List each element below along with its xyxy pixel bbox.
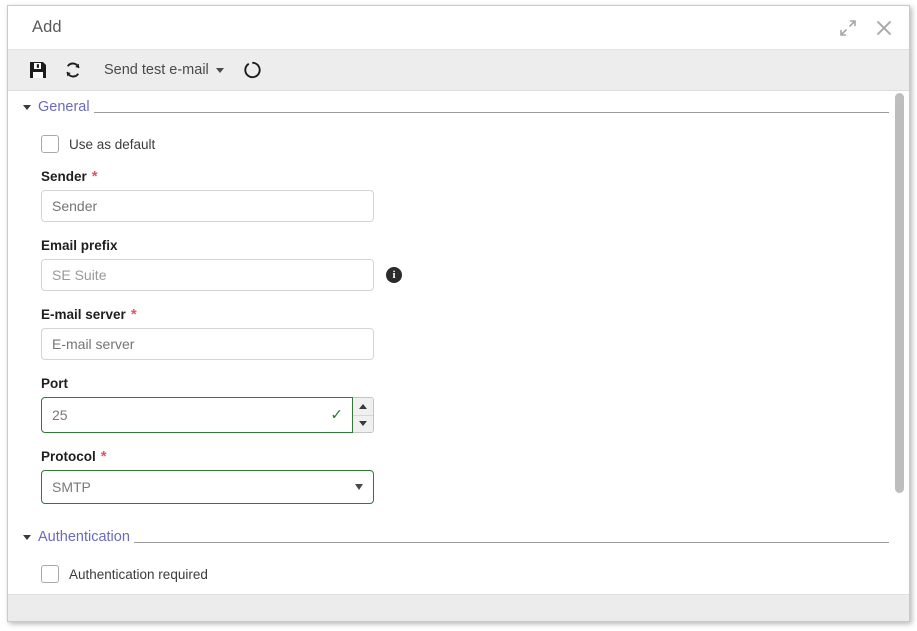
- chevron-down-icon: [23, 534, 31, 540]
- use-as-default-label: Use as default: [69, 136, 156, 152]
- email-prefix-input[interactable]: [41, 259, 374, 291]
- port-label-row: Port: [41, 376, 909, 391]
- form-content: General Use as default Sender * Sender E…: [8, 99, 909, 583]
- email-server-field: E-mail server *: [41, 307, 909, 360]
- undo-button[interactable]: [242, 55, 264, 85]
- port-label: Port: [41, 376, 68, 391]
- undo-icon: [242, 59, 264, 81]
- authentication-form: Authentication required: [8, 565, 909, 583]
- authentication-required-checkbox[interactable]: [41, 565, 59, 583]
- port-stepper: 25 ✓: [41, 397, 374, 433]
- chevron-down-icon: [355, 484, 363, 490]
- email-server-label: E-mail server: [41, 307, 126, 322]
- info-icon[interactable]: i: [386, 267, 402, 283]
- valid-check-icon: ✓: [330, 406, 343, 424]
- expand-icon[interactable]: [837, 17, 859, 39]
- email-server-input[interactable]: [41, 328, 374, 360]
- authentication-required-row[interactable]: Authentication required: [41, 565, 909, 583]
- send-test-email-button[interactable]: Send test e-mail: [98, 55, 230, 85]
- scrollbar-thumb[interactable]: [895, 93, 904, 493]
- email-prefix-label: Email prefix: [41, 238, 118, 253]
- port-input-wrap[interactable]: 25 ✓: [41, 397, 353, 433]
- close-icon[interactable]: [873, 17, 895, 39]
- protocol-label-row: Protocol *: [41, 447, 909, 465]
- email-prefix-field: Email prefix i: [41, 238, 909, 291]
- section-title-general: General: [38, 99, 90, 115]
- save-button[interactable]: [28, 55, 48, 85]
- use-as-default-checkbox[interactable]: [41, 135, 59, 153]
- email-prefix-label-row: Email prefix: [41, 238, 909, 253]
- email-prefix-input-row: i: [41, 259, 909, 291]
- protocol-selected-value: SMTP: [52, 479, 91, 495]
- required-marker: *: [130, 305, 137, 323]
- titlebar-actions: [837, 6, 895, 49]
- section-header-general[interactable]: General: [8, 99, 909, 115]
- refresh-button[interactable]: [62, 55, 84, 85]
- caret-up-icon: [359, 403, 367, 409]
- dialog-titlebar: Add: [8, 6, 909, 50]
- protocol-field: Protocol * SMTP: [41, 449, 909, 504]
- dialog-toolbar: Send test e-mail: [8, 50, 909, 91]
- sender-input[interactable]: [41, 190, 374, 222]
- sender-label: Sender: [41, 169, 87, 184]
- port-increment-button[interactable]: [353, 398, 373, 416]
- refresh-icon: [62, 59, 84, 81]
- save-icon: [28, 60, 48, 80]
- chevron-down-icon: [23, 104, 31, 110]
- protocol-select[interactable]: SMTP: [41, 470, 374, 504]
- add-email-server-dialog: Add Send test e-mail General Use as defa…: [7, 5, 910, 622]
- sender-label-row: Sender *: [41, 167, 909, 185]
- port-field: Port 25 ✓: [41, 376, 909, 433]
- dialog-title: Add: [32, 18, 62, 36]
- dialog-footer: [8, 594, 909, 621]
- required-marker: *: [100, 447, 107, 465]
- dialog-body: General Use as default Sender * Sender E…: [8, 91, 909, 621]
- port-value: 25: [52, 407, 68, 423]
- email-server-input-row: [41, 328, 909, 360]
- send-test-email-label: Send test e-mail: [104, 62, 209, 78]
- vertical-scrollbar[interactable]: [895, 93, 904, 591]
- chevron-down-icon: [215, 67, 224, 73]
- caret-down-icon: [359, 421, 367, 427]
- email-server-label-row: E-mail server *: [41, 305, 909, 323]
- scroll-area: General Use as default Sender * Sender E…: [8, 91, 909, 595]
- sender-input-row: [41, 190, 909, 222]
- port-decrement-button[interactable]: [353, 415, 373, 432]
- use-as-default-row[interactable]: Use as default: [41, 135, 909, 153]
- section-title-authentication: Authentication: [38, 529, 130, 545]
- screen: Add Send test e-mail General Use as defa…: [0, 0, 917, 631]
- protocol-label: Protocol: [41, 449, 96, 464]
- section-divider: [93, 112, 889, 113]
- sender-field: Sender *: [41, 169, 909, 222]
- section-divider: [133, 542, 889, 543]
- required-marker: *: [91, 167, 98, 185]
- general-form: Use as default Sender * Sender Email pre…: [8, 135, 909, 504]
- section-header-authentication[interactable]: Authentication: [8, 529, 909, 545]
- authentication-required-label: Authentication required: [69, 566, 208, 582]
- port-spinner: [353, 397, 374, 433]
